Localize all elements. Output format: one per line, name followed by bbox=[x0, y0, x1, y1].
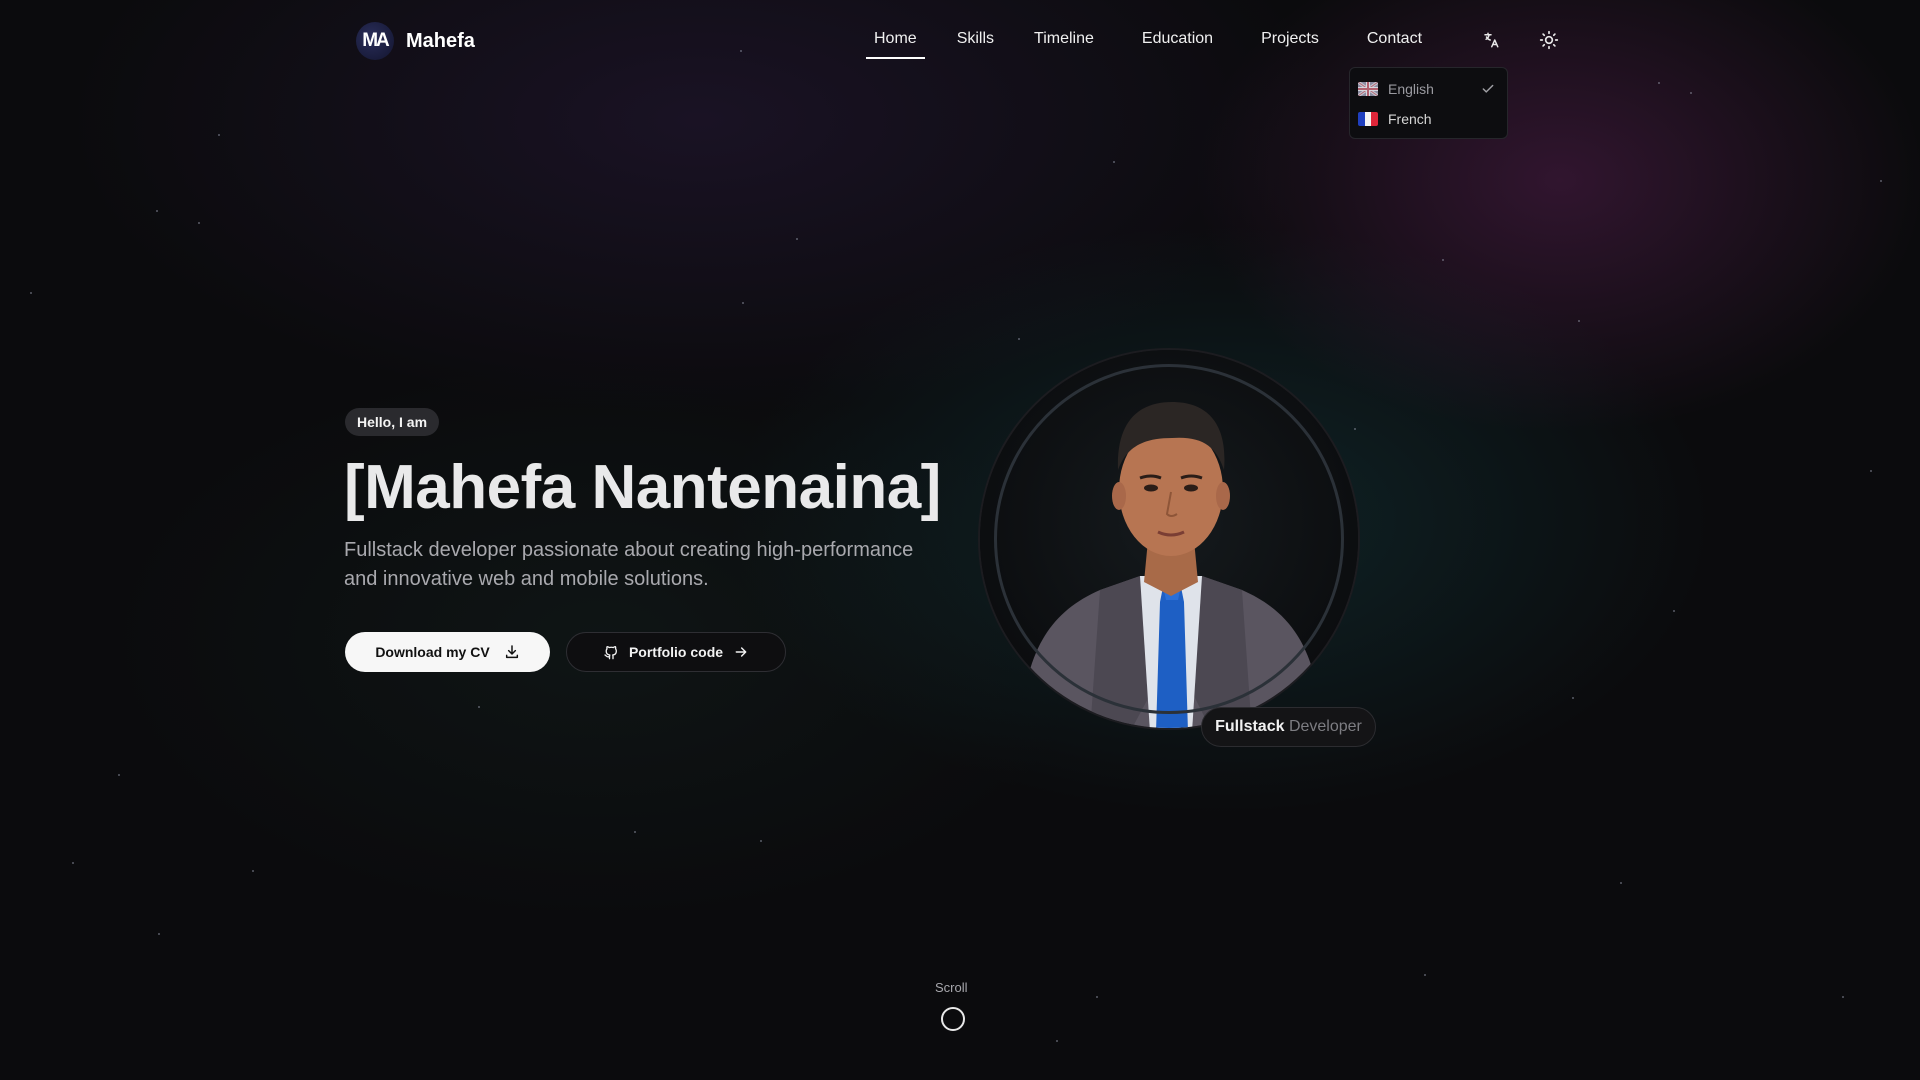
star bbox=[1056, 1040, 1058, 1042]
language-option-label: English bbox=[1388, 81, 1434, 97]
star bbox=[158, 933, 160, 935]
nav-item-contact[interactable]: Contact bbox=[1367, 28, 1422, 50]
greeting-badge: Hello, I am bbox=[345, 408, 440, 436]
language-menu: English French bbox=[1349, 67, 1508, 139]
star bbox=[796, 238, 798, 240]
star bbox=[1578, 320, 1580, 322]
hero-subtitle: Fullstack developer passionate about cre… bbox=[344, 539, 914, 590]
nav-item-home[interactable]: Home bbox=[866, 28, 925, 59]
scroll-label: Scroll bbox=[935, 980, 968, 995]
site-logo[interactable]: MA Mahefa bbox=[356, 22, 475, 60]
download-cv-label: Download my CV bbox=[375, 644, 490, 660]
hero-title: [Mahefa Nantenaina] bbox=[344, 453, 941, 522]
role-chip-faded: Developer bbox=[1288, 718, 1362, 735]
background bbox=[0, 0, 1920, 1080]
star bbox=[1673, 610, 1675, 612]
star bbox=[1870, 470, 1872, 472]
main-nav: Home Skills Timeline Education Projects … bbox=[866, 28, 1422, 59]
star bbox=[72, 862, 74, 864]
star bbox=[760, 840, 762, 842]
logo-text: Mahefa bbox=[406, 29, 475, 52]
star bbox=[198, 222, 200, 224]
language-option-label: French bbox=[1388, 111, 1432, 127]
star bbox=[1096, 996, 1098, 998]
star bbox=[1658, 82, 1660, 84]
nav-item-timeline[interactable]: Timeline bbox=[1034, 28, 1094, 50]
download-icon bbox=[505, 645, 518, 659]
star bbox=[742, 302, 744, 304]
language-option-french[interactable]: French bbox=[1358, 104, 1499, 134]
translate-icon bbox=[1484, 32, 1499, 48]
download-cv-button[interactable]: Download my CV bbox=[345, 632, 550, 672]
star bbox=[1018, 338, 1020, 340]
role-chip: Fullstack Developer bbox=[1201, 707, 1376, 747]
star bbox=[1880, 180, 1882, 182]
language-option-english[interactable]: English bbox=[1358, 74, 1499, 104]
nav-item-projects[interactable]: Projects bbox=[1261, 28, 1319, 50]
star bbox=[1424, 974, 1426, 976]
portrait-ring bbox=[994, 364, 1344, 714]
star bbox=[1690, 92, 1692, 94]
star bbox=[30, 292, 32, 294]
star bbox=[156, 210, 158, 212]
nav-item-education[interactable]: Education bbox=[1142, 28, 1213, 50]
arrow-right-icon bbox=[735, 647, 747, 657]
star bbox=[1620, 882, 1622, 884]
star bbox=[1113, 161, 1115, 163]
star bbox=[118, 774, 120, 776]
logo-mark: MA bbox=[356, 22, 394, 60]
github-icon bbox=[604, 646, 617, 660]
site-header: MA Mahefa Home Skills Timeline Education… bbox=[0, 0, 1920, 80]
portfolio-code-button[interactable]: Portfolio code bbox=[566, 632, 786, 672]
sun-icon bbox=[1539, 30, 1559, 50]
role-chip-main: Fullstack bbox=[1215, 718, 1285, 735]
scroll-indicator[interactable] bbox=[941, 1007, 965, 1031]
profile-portrait bbox=[978, 348, 1360, 730]
nav-item-skills[interactable]: Skills bbox=[957, 28, 994, 50]
theme-toggle-button[interactable] bbox=[1537, 28, 1561, 52]
star bbox=[1572, 697, 1574, 699]
uk-flag-icon bbox=[1358, 82, 1378, 96]
check-icon bbox=[1482, 84, 1494, 93]
star bbox=[252, 870, 254, 872]
language-button[interactable] bbox=[1479, 28, 1503, 52]
star bbox=[218, 134, 220, 136]
star bbox=[1842, 996, 1844, 998]
star bbox=[1442, 259, 1444, 261]
france-flag-icon bbox=[1358, 112, 1378, 126]
star bbox=[634, 831, 636, 833]
star bbox=[478, 706, 480, 708]
portfolio-code-label: Portfolio code bbox=[628, 644, 724, 660]
